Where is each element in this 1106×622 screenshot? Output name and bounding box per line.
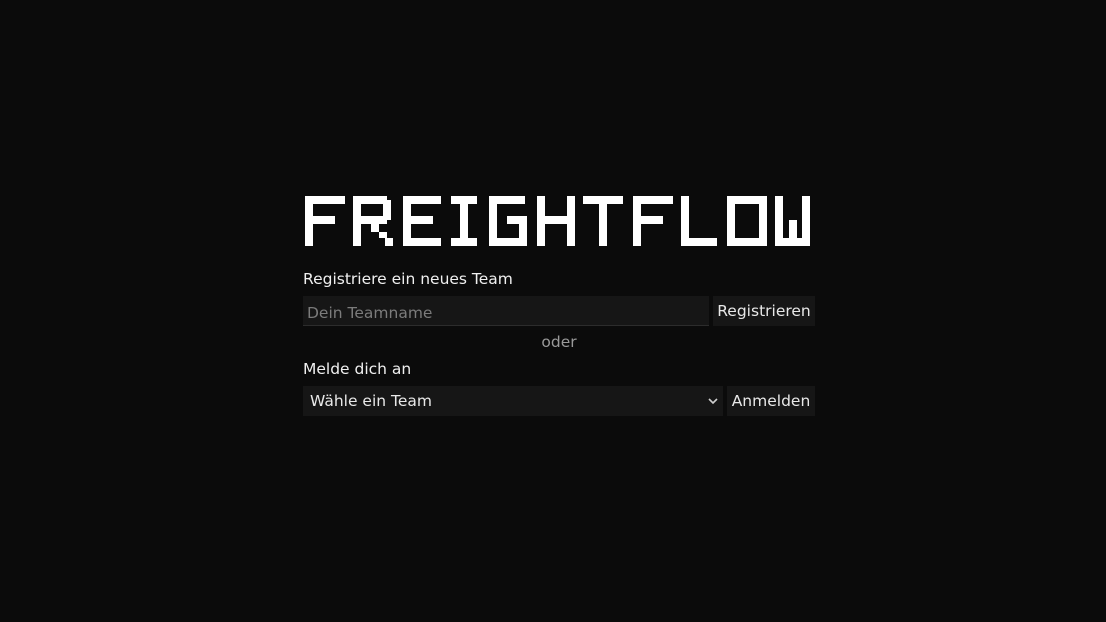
team-select[interactable]: Wähle ein Team — [303, 386, 723, 416]
login-button[interactable]: Anmelden — [727, 386, 815, 416]
or-separator: oder — [541, 333, 577, 351]
auth-panel: Registriere ein neues Team Registrieren … — [303, 190, 815, 416]
chevron-down-icon — [708, 398, 718, 405]
login-row: Wähle ein Team Anmelden — [303, 386, 815, 416]
login-page: Registriere ein neues Team Registrieren … — [0, 0, 1106, 622]
team-select-value: Wähle ein Team — [310, 392, 432, 410]
team-name-input[interactable] — [303, 296, 709, 326]
register-heading: Registriere ein neues Team — [303, 270, 513, 288]
login-heading: Melde dich an — [303, 360, 412, 378]
freight-flow-logo — [305, 196, 810, 246]
register-button[interactable]: Registrieren — [713, 296, 815, 326]
register-row: Registrieren — [303, 296, 815, 326]
